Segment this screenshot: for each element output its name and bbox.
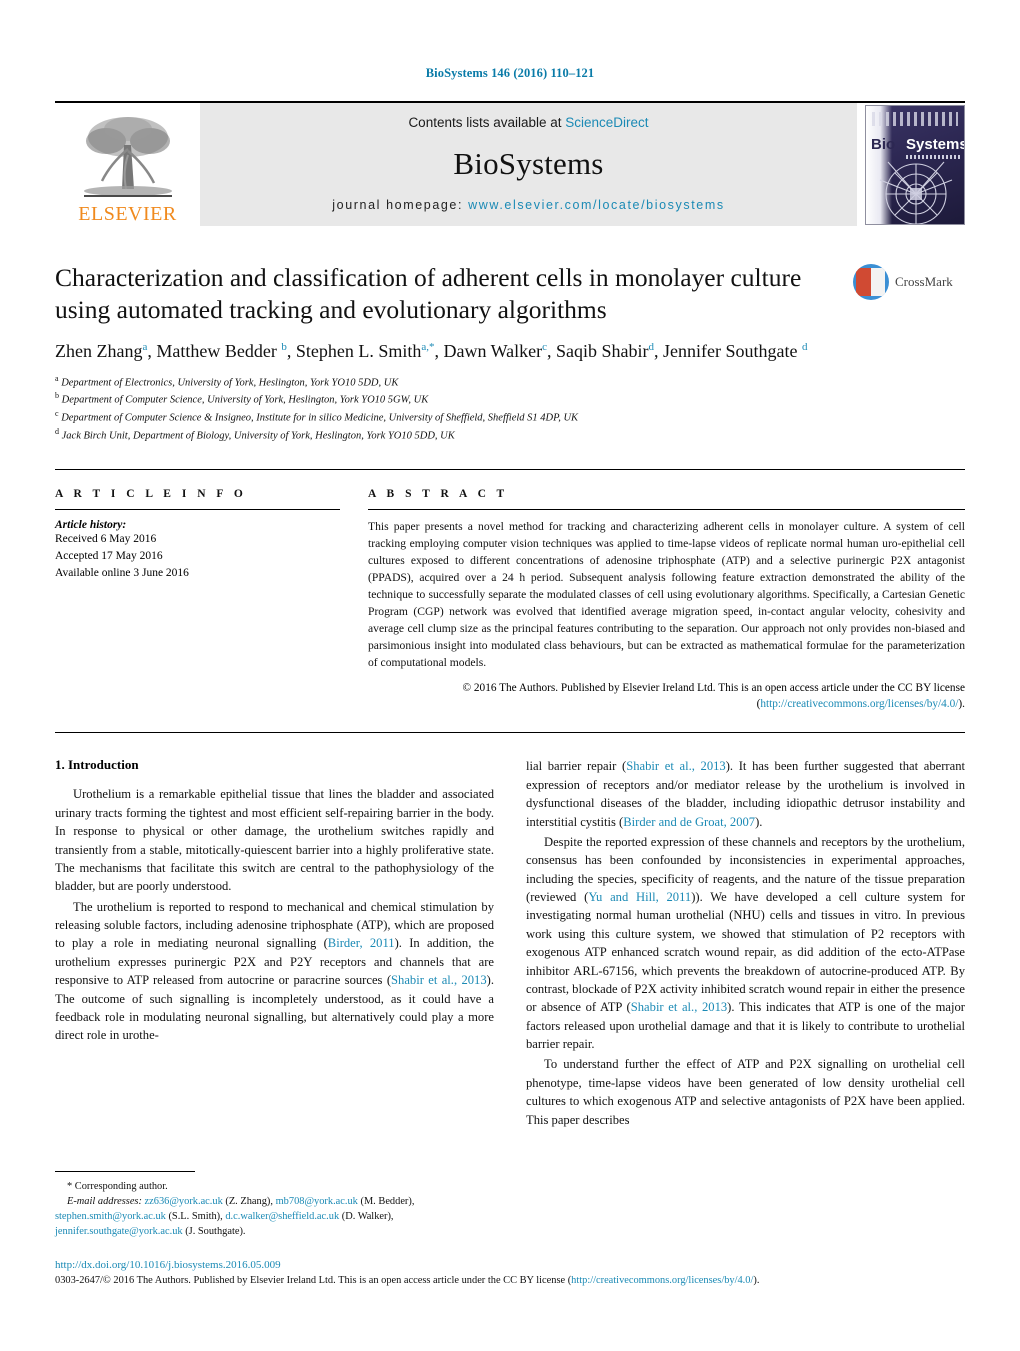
article-available-date: Available online 3 June 2016	[55, 566, 189, 579]
abstract-heading: A B S T R A C T	[368, 488, 509, 501]
article-received-date: Received 6 May 2016	[55, 533, 157, 546]
email-owner: (M. Bedder),	[357, 1195, 415, 1207]
affiliation-text: Jack Birch Unit, Department of Biology, …	[61, 430, 455, 442]
affiliation-list: a Department of Electronics, University …	[55, 373, 845, 444]
citation-link[interactable]: Yu and Hill, 2011	[588, 890, 691, 904]
body-columns: 1. Introduction Urothelium is a remarkab…	[55, 757, 965, 1131]
paragraph: lial barrier repair (Shabir et al., 2013…	[526, 757, 965, 831]
info-abstract-row: A R T I C L E I N F O Article history: R…	[55, 488, 965, 712]
email-addresses-label: E-mail addresses:	[67, 1195, 142, 1207]
journal-homepage-line: journal homepage: www.elsevier.com/locat…	[332, 198, 724, 212]
affiliation-text: Department of Computer Science & Insigne…	[61, 412, 579, 424]
article-history-title: Article history:	[55, 519, 127, 532]
citation-link[interactable]: Birder, 2011	[328, 936, 395, 950]
journal-masthead: ELSEVIER Contents lists available at Sci…	[55, 101, 965, 226]
citation-link[interactable]: Shabir et al., 2013	[631, 1000, 727, 1014]
footnote-block: * Corresponding author. E-mail addresses…	[55, 1170, 494, 1239]
affiliation-mark: d	[55, 426, 59, 436]
copyright-suffix: ).	[958, 698, 965, 711]
contents-lists-line: Contents lists available at ScienceDirec…	[408, 115, 648, 130]
abstract-rule	[368, 509, 965, 511]
running-head: BioSystems 146 (2016) 110–121	[425, 66, 595, 80]
crossmark-icon	[853, 264, 889, 300]
article-info-column: A R T I C L E I N F O Article history: R…	[55, 488, 340, 712]
doi-link[interactable]: http://dx.doi.org/10.1016/j.biosystems.2…	[55, 1257, 965, 1274]
email-addresses-note: E-mail addresses: zz636@york.ac.uk (Z. Z…	[55, 1194, 494, 1239]
email-link-walker[interactable]: d.c.walker@sheffield.ac.uk	[225, 1211, 339, 1222]
body-column-left: 1. Introduction Urothelium is a remarkab…	[55, 757, 494, 1131]
journal-title: BioSystems	[453, 146, 604, 181]
paragraph-text: lial barrier repair (	[526, 759, 627, 774]
cover-globe-icon	[879, 161, 953, 224]
page-title: Characterization and classification of a…	[55, 263, 802, 324]
elsevier-wordmark: ELSEVIER	[78, 203, 177, 225]
citation-link[interactable]: Shabir et al., 2013	[626, 759, 726, 773]
contents-prefix: Contents lists available at	[408, 115, 566, 130]
abstract-text: This paper presents a novel method for t…	[368, 520, 965, 669]
cover-image: Bio Systems	[865, 104, 965, 225]
corresponding-author-note: * Corresponding author.	[67, 1180, 168, 1192]
article-info-heading: A R T I C L E I N F O	[55, 488, 247, 501]
article-accepted-date: Accepted 17 May 2016	[55, 550, 163, 563]
affiliation-text: Department of Computer Science, Universi…	[61, 394, 429, 406]
affiliation-text: Department of Electronics, University of…	[61, 377, 399, 389]
affiliation-mark: b	[55, 391, 59, 401]
elsevier-logo: ELSEVIER	[55, 103, 200, 226]
abstract-copyright: © 2016 The Authors. Published by Elsevie…	[368, 680, 965, 713]
author-list: Zhen Zhanga, Matthew Bedder b, Stephen L…	[55, 341, 808, 362]
crossmark-label: CrossMark	[895, 274, 953, 289]
affiliation-item: b Department of Computer Science, Univer…	[55, 390, 845, 408]
cover-top-text-stripe	[872, 111, 958, 126]
title-abstract-divider	[55, 469, 965, 471]
paragraph: The urothelium is reported to respond to…	[55, 898, 494, 1045]
citation-link[interactable]: Birder and de Groat, 2007	[623, 815, 755, 829]
affiliation-mark: c	[55, 408, 59, 418]
sciencedirect-link[interactable]: ScienceDirect	[565, 115, 648, 130]
affiliation-mark: a	[55, 373, 59, 383]
journal-cover-thumbnail: Bio Systems	[865, 103, 965, 226]
cc-license-link[interactable]: http://creativecommons.org/licenses/by/4…	[760, 698, 958, 710]
crossmark-badge[interactable]: CrossMark	[853, 264, 965, 300]
email-link-bedder[interactable]: mb708@york.ac.uk	[276, 1196, 358, 1207]
email-link-southgate[interactable]: jennifer.southgate@york.ac.uk	[55, 1226, 183, 1237]
paper-page: BioSystems 146 (2016) 110–121 ELSEVIER C…	[0, 0, 1020, 1351]
email-link-zhang[interactable]: zz636@york.ac.uk	[145, 1196, 223, 1207]
paragraph: Despite the reported expression of these…	[526, 833, 965, 1054]
section-heading-introduction: 1. Introduction	[55, 757, 139, 773]
footer-copyright-prefix: 0303-2647/© 2016 The Authors. Published …	[55, 1275, 572, 1287]
footer-cc-link[interactable]: http://creativecommons.org/licenses/by/4…	[571, 1275, 753, 1286]
homepage-url-link[interactable]: www.elsevier.com/locate/biosystems	[468, 198, 725, 212]
body-column-right: lial barrier repair (Shabir et al., 2013…	[526, 757, 965, 1131]
page-footer: http://dx.doi.org/10.1016/j.biosystems.2…	[55, 1257, 965, 1289]
footer-copyright-suffix: ).	[753, 1275, 760, 1287]
title-block: CrossMark Characterization and classific…	[55, 262, 965, 443]
cover-bio-label: Bio	[871, 135, 896, 153]
citation-link[interactable]: Shabir et al., 2013	[391, 973, 487, 987]
masthead-center: Contents lists available at ScienceDirec…	[200, 103, 857, 226]
affiliation-item: a Department of Electronics, University …	[55, 373, 845, 391]
affiliation-item: c Department of Computer Science & Insig…	[55, 408, 845, 426]
paragraph-text: ).	[755, 814, 763, 829]
paragraph-text: )). We have developed a cell culture sys…	[526, 890, 966, 1015]
email-owner: (J. Southgate).	[182, 1225, 246, 1237]
affiliation-item: d Jack Birch Unit, Department of Biology…	[55, 426, 845, 444]
abstract-body-divider	[55, 732, 965, 734]
email-owner: (D. Walker),	[339, 1210, 394, 1222]
footer-copyright: 0303-2647/© 2016 The Authors. Published …	[55, 1273, 965, 1289]
paragraph: To understand further the effect of ATP …	[526, 1057, 965, 1127]
footnote-rule	[55, 1170, 195, 1172]
abstract-column: A B S T R A C T This paper presents a no…	[368, 488, 965, 712]
cover-systems-label: Systems	[906, 135, 965, 153]
email-link-smith[interactable]: stephen.smith@york.ac.uk	[55, 1211, 166, 1222]
email-owner: (Z. Zhang),	[222, 1195, 276, 1207]
elsevier-tree-icon	[83, 117, 172, 197]
homepage-prefix: journal homepage:	[332, 198, 469, 212]
email-owner: (S.L. Smith),	[165, 1210, 226, 1222]
article-info-rule	[55, 509, 340, 511]
paragraph: Urothelium is a remarkable epithelial ti…	[55, 787, 494, 894]
